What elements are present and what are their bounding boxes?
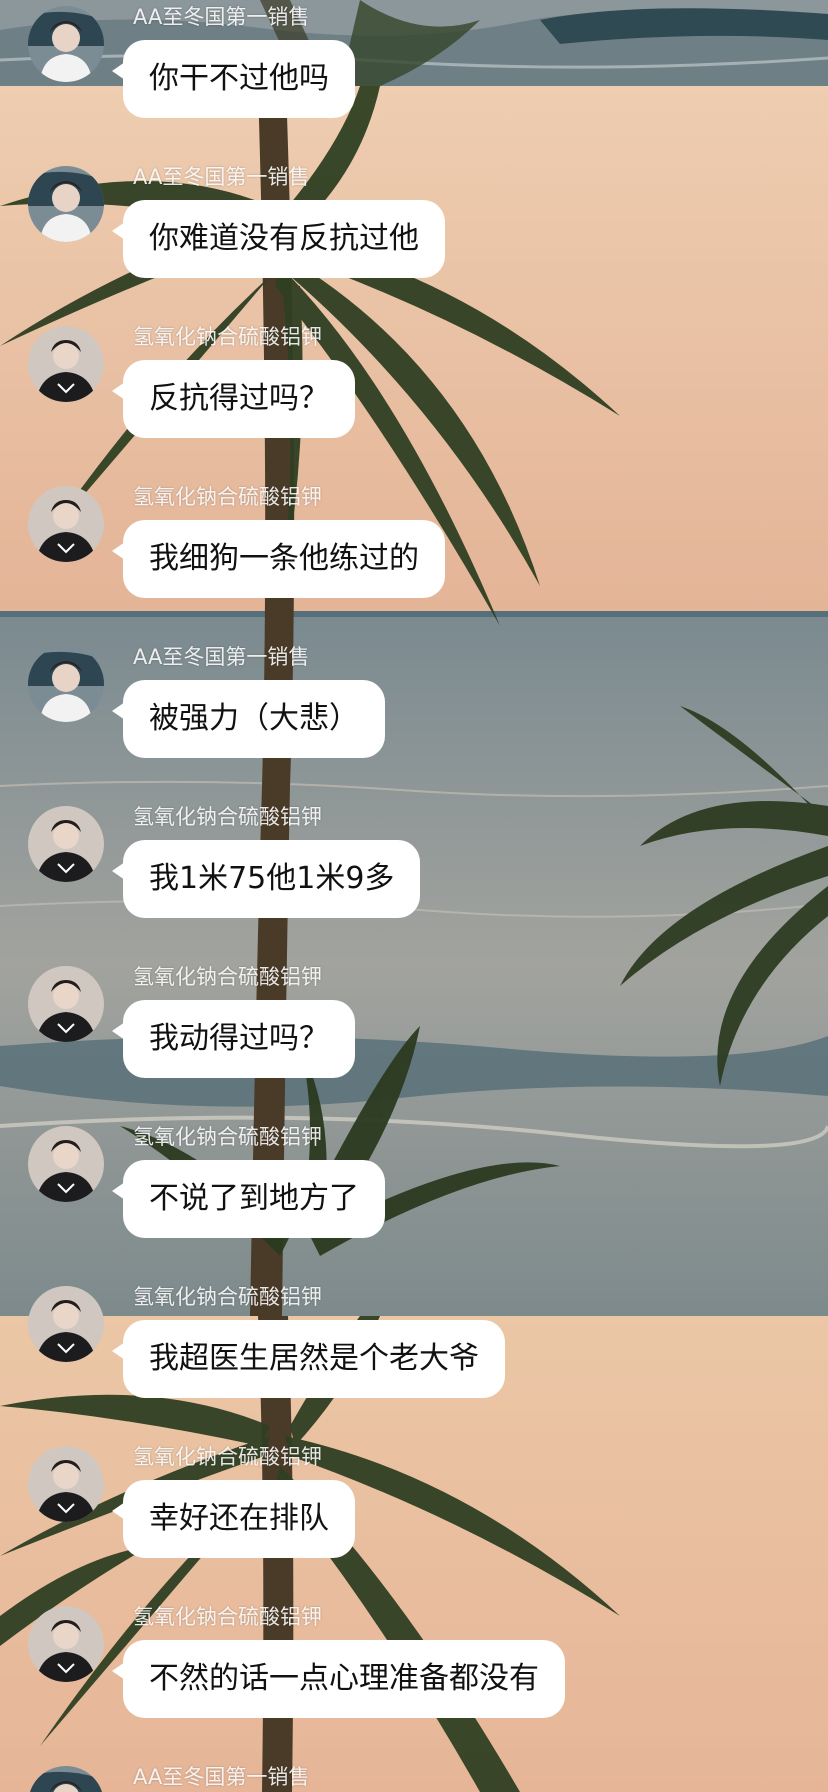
message-bubble[interactable]: 我细狗一条他练过的 <box>112 520 445 598</box>
avatar-user-b[interactable] <box>28 806 104 882</box>
sender-name: 氢氧化钠合硫酸铝钾 <box>133 805 322 829</box>
chat-message: 氢氧化钠合硫酸铝钾 我动得过吗？ <box>0 960 828 1120</box>
chat-message: AA至冬国第一销售 <box>0 1760 828 1792</box>
chat-message: 氢氧化钠合硫酸铝钾 我细狗一条他练过的 <box>0 480 828 640</box>
avatar-user-b[interactable] <box>28 486 104 562</box>
sender-name: 氢氧化钠合硫酸铝钾 <box>133 1445 322 1469</box>
chat-message: AA至冬国第一销售 被强力（大悲） <box>0 640 828 800</box>
avatar-user-b[interactable] <box>28 1446 104 1522</box>
avatar-person-black-jacket-icon <box>28 1446 104 1522</box>
sender-name: AA至冬国第一销售 <box>133 645 310 669</box>
avatar-user-b[interactable] <box>28 326 104 402</box>
avatar-person-black-jacket-icon <box>28 326 104 402</box>
avatar-user-a[interactable] <box>28 166 104 242</box>
sender-name: AA至冬国第一销售 <box>133 5 310 29</box>
message-bubble[interactable]: 幸好还在排队 <box>112 1480 355 1558</box>
message-bubble[interactable]: 你难道没有反抗过他 <box>112 200 445 278</box>
avatar-user-b[interactable] <box>28 1126 104 1202</box>
sender-name: 氢氧化钠合硫酸铝钾 <box>133 1605 322 1629</box>
chat-message: AA至冬国第一销售 你难道没有反抗过他 <box>0 160 828 320</box>
avatar-person-black-jacket-icon <box>28 1606 104 1682</box>
chat-message: 氢氧化钠合硫酸铝钾 幸好还在排队 <box>0 1440 828 1600</box>
avatar-person-black-jacket-icon <box>28 1126 104 1202</box>
message-bubble[interactable]: 被强力（大悲） <box>112 680 385 758</box>
avatar-user-b[interactable] <box>28 1606 104 1682</box>
avatar-user-b[interactable] <box>28 966 104 1042</box>
chat-message: 氢氧化钠合硫酸铝钾 不说了到地方了 <box>0 1120 828 1280</box>
sender-name: 氢氧化钠合硫酸铝钾 <box>133 965 322 989</box>
avatar-user-a[interactable] <box>28 646 104 722</box>
sender-name: 氢氧化钠合硫酸铝钾 <box>133 325 322 349</box>
chat-message: 氢氧化钠合硫酸铝钾 不然的话一点心理准备都没有 <box>0 1600 828 1760</box>
avatar-user-a[interactable] <box>28 6 104 82</box>
avatar-person-white-sweater-icon <box>28 166 104 242</box>
sender-name: AA至冬国第一销售 <box>133 165 310 189</box>
chat-message: 氢氧化钠合硫酸铝钾 反抗得过吗？ <box>0 320 828 480</box>
sender-name: 氢氧化钠合硫酸铝钾 <box>133 1125 322 1149</box>
sender-name: AA至冬国第一销售 <box>133 1765 310 1789</box>
message-bubble[interactable]: 我超医生居然是个老大爷 <box>112 1320 505 1398</box>
sender-name: 氢氧化钠合硫酸铝钾 <box>133 485 322 509</box>
avatar-person-white-sweater-icon <box>28 1766 104 1792</box>
message-bubble[interactable]: 你干不过他吗 <box>112 40 355 118</box>
avatar-person-black-jacket-icon <box>28 486 104 562</box>
message-bubble[interactable]: 反抗得过吗？ <box>112 360 355 438</box>
avatar-person-white-sweater-icon <box>28 646 104 722</box>
message-bubble[interactable]: 不说了到地方了 <box>112 1160 385 1238</box>
chat-message-list[interactable]: AA至冬国第一销售 你干不过他吗 AA至冬国第一销售 你难道没有反抗过他 氢氧化… <box>0 0 828 1792</box>
message-bubble[interactable]: 我动得过吗？ <box>112 1000 355 1078</box>
sender-name: 氢氧化钠合硫酸铝钾 <box>133 1285 322 1309</box>
chat-message: AA至冬国第一销售 你干不过他吗 <box>0 0 828 160</box>
avatar-user-a[interactable] <box>28 1766 104 1792</box>
chat-message: 氢氧化钠合硫酸铝钾 我超医生居然是个老大爷 <box>0 1280 828 1440</box>
chat-message: 氢氧化钠合硫酸铝钾 我1米75他1米9多 <box>0 800 828 960</box>
message-bubble[interactable]: 我1米75他1米9多 <box>111 840 421 918</box>
avatar-person-black-jacket-icon <box>28 1286 104 1362</box>
avatar-person-black-jacket-icon <box>28 806 104 882</box>
message-bubble[interactable]: 不然的话一点心理准备都没有 <box>112 1640 565 1718</box>
avatar-person-black-jacket-icon <box>28 966 104 1042</box>
avatar-user-b[interactable] <box>28 1286 104 1362</box>
avatar-person-white-sweater-icon <box>28 6 104 82</box>
